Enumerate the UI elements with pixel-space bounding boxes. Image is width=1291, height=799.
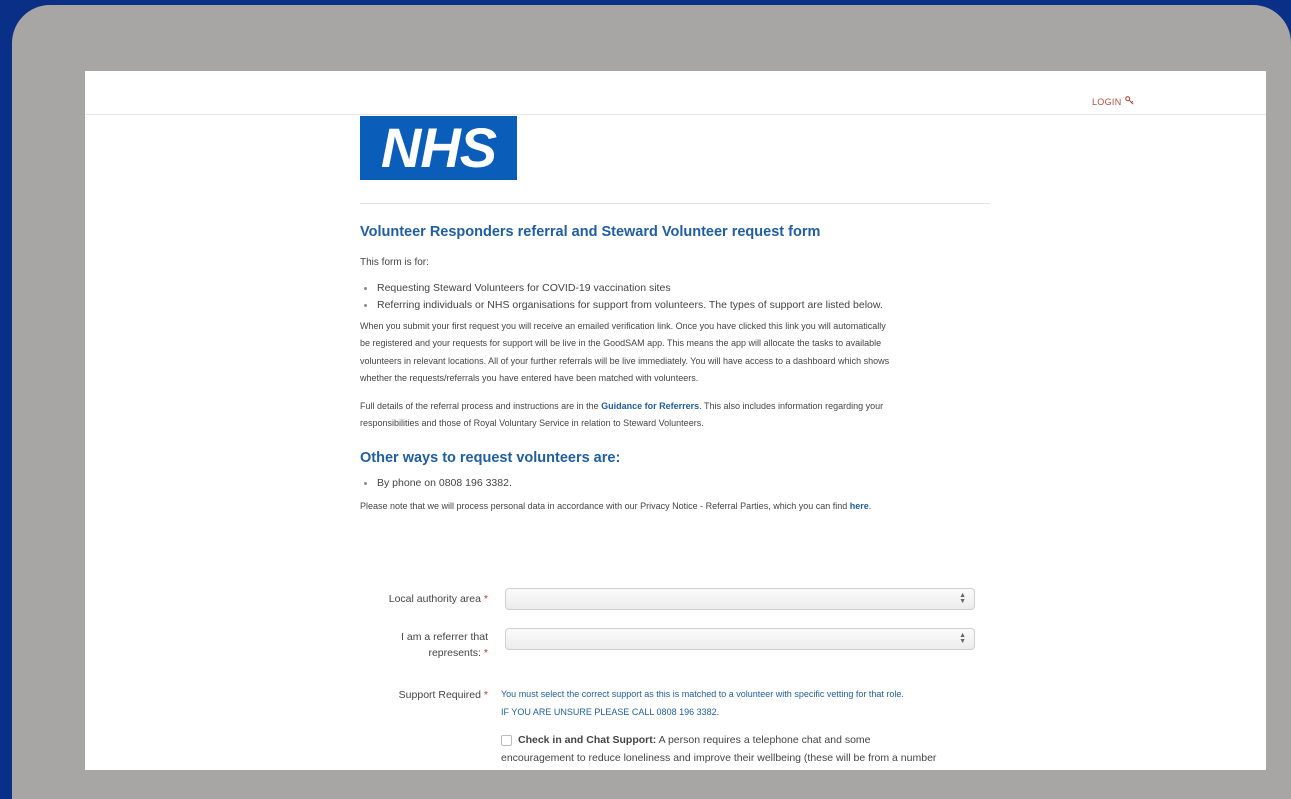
required-mark: * bbox=[483, 593, 488, 605]
list-item: By phone on 0808 196 3382. bbox=[364, 475, 990, 492]
support-options: You must select the correct support as t… bbox=[501, 685, 1001, 767]
select-arrows-icon: ▲ ▼ bbox=[959, 592, 966, 605]
other-ways-heading: Other ways to request volunteers are: bbox=[360, 449, 621, 466]
list-item: Referring individuals or NHS organisatio… bbox=[364, 297, 990, 314]
local-authority-label: Local authority area * bbox=[360, 588, 488, 610]
divider bbox=[360, 203, 990, 204]
local-authority-label-text: Local authority area bbox=[388, 593, 481, 605]
nhs-logo: NHS bbox=[360, 116, 517, 180]
required-mark: * bbox=[483, 689, 488, 701]
option-text-line2: encouragement to reduce loneliness and i… bbox=[501, 752, 937, 764]
option-title: Check in and Chat Support: bbox=[518, 734, 657, 746]
referrer-select[interactable]: ▲ ▼ bbox=[505, 628, 975, 650]
required-mark: * bbox=[483, 647, 488, 659]
option-text: A person requires a telephone chat and s… bbox=[656, 734, 871, 746]
intro-text: This form is for: bbox=[360, 257, 429, 268]
guidance-line-2: responsibilities and those of Royal Volu… bbox=[360, 418, 704, 428]
referrer-label-line2: represents: bbox=[428, 647, 481, 659]
privacy-text-after: . bbox=[868, 500, 872, 511]
description-line: be registered and your requests for supp… bbox=[360, 338, 882, 348]
browser-page: LOGIN NHS Volunteer Responders referral … bbox=[85, 71, 1266, 770]
main-content: NHS Volunteer Responders referral and St… bbox=[360, 116, 990, 764]
privacy-link[interactable]: here bbox=[850, 501, 869, 511]
top-bar: LOGIN bbox=[85, 71, 1266, 115]
login-label: LOGIN bbox=[1092, 96, 1122, 107]
support-notice-line2: IF YOU ARE UNSURE PLEASE CALL 0808 196 3… bbox=[501, 707, 720, 717]
description-line: When you submit your first request you w… bbox=[360, 320, 886, 331]
local-authority-row: Local authority area * bbox=[360, 588, 488, 610]
privacy-note: Please note that we will process persona… bbox=[360, 498, 990, 516]
referrer-label-line1: I am a referrer that bbox=[401, 631, 488, 643]
support-option[interactable]: Check in and Chat Support: A person requ… bbox=[501, 731, 1001, 767]
purpose-list: Requesting Steward Volunteers for COVID-… bbox=[360, 280, 990, 314]
guidance-paragraph: Full details of the referral process and… bbox=[360, 398, 990, 433]
form-title: Volunteer Responders referral and Stewar… bbox=[360, 224, 821, 240]
guidance-link[interactable]: Guidance for Referrers bbox=[601, 401, 699, 411]
support-label: Support Required * bbox=[360, 687, 488, 703]
description: When you submit your first request you w… bbox=[360, 318, 990, 388]
referrer-label-line2-wrap: represents: * bbox=[360, 645, 488, 661]
description-line: volunteers in relevant locations. All of… bbox=[360, 355, 890, 366]
support-label-text: Support Required bbox=[398, 689, 481, 701]
key-icon bbox=[1124, 96, 1134, 107]
guidance-text: Full details of the referral process and… bbox=[360, 400, 602, 411]
support-notice-line1: You must select the correct support as t… bbox=[501, 689, 904, 699]
guidance-line-1: Full details of the referral process and… bbox=[360, 398, 990, 416]
other-ways-list: By phone on 0808 196 3382. bbox=[360, 475, 990, 492]
description-line: whether the requests/referrals you have … bbox=[360, 373, 699, 383]
select-arrows-icon: ▲ ▼ bbox=[959, 632, 966, 645]
referrer-row: I am a referrer that represents: * bbox=[360, 629, 488, 661]
privacy-text: Please note that we will process persona… bbox=[360, 500, 850, 511]
support-row: Support Required * bbox=[360, 687, 488, 703]
local-authority-select[interactable]: ▲ ▼ bbox=[505, 588, 975, 610]
check-in-checkbox[interactable] bbox=[501, 734, 512, 746]
list-item: Requesting Steward Volunteers for COVID-… bbox=[364, 280, 990, 297]
referrer-label: I am a referrer that represents: * bbox=[360, 629, 488, 661]
logo-text: NHS bbox=[380, 116, 497, 179]
login-link[interactable]: LOGIN bbox=[1092, 96, 1134, 107]
guidance-text-after: . This also includes information regardi… bbox=[699, 400, 884, 411]
device-frame: LOGIN NHS Volunteer Responders referral … bbox=[12, 5, 1291, 799]
